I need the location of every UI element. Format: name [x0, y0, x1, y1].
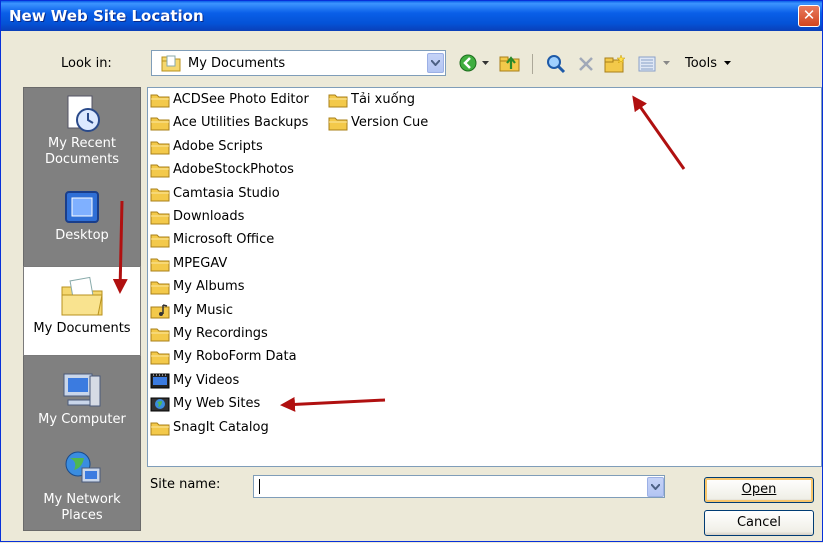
folder-icon — [150, 117, 170, 131]
look-in-dropdown[interactable]: My Documents — [151, 50, 446, 76]
folder-icon — [150, 234, 170, 248]
folder-icon — [150, 258, 170, 272]
tools-dropdown-icon — [724, 61, 732, 65]
place-label: My Network Places — [43, 492, 121, 523]
close-button[interactable]: ✕ — [798, 5, 820, 27]
video-folder-icon — [150, 373, 170, 389]
new-folder-icon[interactable] — [604, 54, 626, 73]
place-my-documents[interactable]: My Documents — [23, 266, 141, 356]
recent-documents-icon — [67, 95, 100, 132]
places-bar: My Recent Documents Desktop My Documents — [23, 87, 141, 531]
list-item-label: Version Cue — [351, 115, 429, 131]
toolbar-separator — [532, 54, 533, 74]
folder-icon — [150, 164, 170, 178]
folder-icon — [150, 188, 170, 202]
delete-icon[interactable] — [578, 56, 594, 72]
look-in-label: Look in: — [61, 56, 112, 71]
search-web-icon[interactable] — [546, 54, 566, 74]
list-item-label: My Videos — [173, 372, 240, 388]
list-item-label: MPEGAV — [173, 255, 228, 271]
list-item-label: Camtasia Studio — [173, 185, 280, 201]
folder-icon — [150, 351, 170, 365]
folder-icon — [328, 94, 348, 108]
place-label: My Computer — [38, 412, 126, 427]
my-documents-folder-icon — [161, 55, 181, 72]
look-in-dropdown-button[interactable] — [427, 53, 444, 73]
network-places-icon — [65, 451, 101, 483]
list-item-label: Adobe Scripts — [173, 138, 263, 154]
desktop-icon — [65, 191, 99, 223]
list-item-label: Downloads — [173, 209, 245, 224]
site-name-label: Site name: — [150, 477, 221, 492]
web-folder-icon — [150, 397, 170, 412]
folder-icon — [150, 422, 170, 436]
list-item-label: Tải xuống — [351, 92, 416, 107]
folder-icon — [150, 328, 170, 342]
place-label: My Recent Documents — [44, 136, 120, 167]
list-item-label: My RoboForm Data — [173, 349, 297, 365]
site-name-dropdown-button[interactable] — [647, 477, 664, 497]
back-icon[interactable] — [459, 54, 477, 72]
list-item-label: ACDSee Photo Editor — [173, 92, 309, 107]
tools-menu[interactable]: Tools — [685, 56, 732, 71]
views-dropdown-icon[interactable] — [663, 61, 670, 66]
place-my-computer[interactable]: My Computer — [24, 368, 140, 428]
place-my-recent-documents[interactable]: My Recent Documents — [24, 92, 140, 168]
place-label: My Documents — [33, 321, 131, 336]
views-icon[interactable] — [638, 56, 656, 72]
my-documents-icon — [61, 276, 103, 316]
chevron-down-icon — [431, 60, 440, 66]
folder-icon — [150, 141, 170, 155]
file-list[interactable]: ACDSee Photo Editor Ace Utilities Backups… — [147, 87, 822, 467]
my-computer-icon — [63, 373, 101, 407]
list-item-label: Microsoft Office — [173, 232, 275, 248]
folder-icon — [150, 211, 170, 225]
open-button[interactable]: Open — [704, 477, 814, 503]
list-item-label: AdobeStockPhotos — [173, 162, 294, 178]
list-item-label: My Music — [173, 302, 234, 318]
tools-label: Tools — [685, 56, 718, 71]
folder-icon — [328, 117, 348, 131]
title-bar[interactable]: New Web Site Location ✕ — [1, 1, 822, 31]
chevron-down-icon — [651, 484, 660, 490]
window-title: New Web Site Location — [9, 7, 204, 25]
music-folder-icon — [150, 303, 170, 319]
up-folder-icon[interactable] — [499, 54, 521, 72]
look-in-value: My Documents — [188, 56, 286, 71]
place-my-network-places[interactable]: My Network Places — [24, 448, 140, 524]
list-item-label: My Albums — [173, 279, 245, 295]
folder-icon — [150, 94, 170, 108]
place-label: Desktop — [55, 228, 109, 243]
back-dropdown-icon[interactable] — [482, 61, 489, 66]
list-item-label: SnagIt Catalog — [173, 419, 269, 435]
list-item-label: My Web Sites — [173, 396, 261, 412]
open-button-label: Open — [741, 482, 777, 497]
cancel-button[interactable]: Cancel — [704, 510, 814, 536]
site-name-input[interactable] — [253, 475, 665, 498]
place-desktop[interactable]: Desktop — [24, 188, 140, 244]
list-item-label: My Recordings — [173, 326, 268, 341]
dialog-window: New Web Site Location ✕ Look in: My Docu… — [0, 0, 823, 542]
list-item-label: Ace Utilities Backups — [173, 115, 309, 131]
text-caret — [259, 479, 260, 494]
folder-icon — [150, 281, 170, 295]
